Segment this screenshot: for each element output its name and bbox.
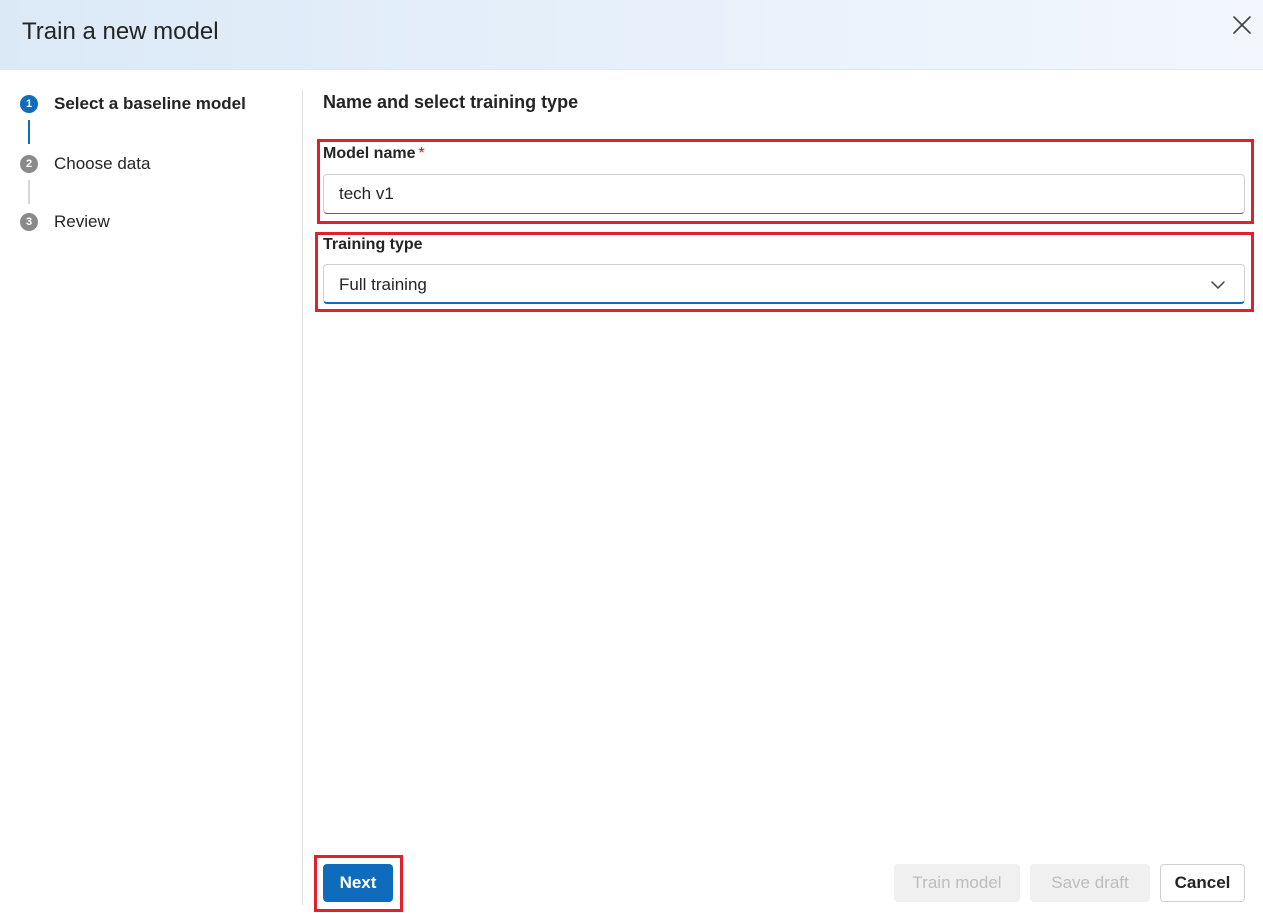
model-name-label: Model name *: [323, 145, 425, 163]
step-select-baseline-model[interactable]: 1 Select a baseline model: [20, 92, 246, 116]
model-name-label-text: Model name: [323, 145, 416, 162]
next-button[interactable]: Next: [323, 864, 393, 902]
training-type-label: Training type: [323, 236, 423, 253]
close-icon: [1233, 16, 1251, 34]
step-number-3: 3: [20, 213, 38, 231]
dialog-header: Train a new model: [0, 0, 1263, 70]
step-choose-data[interactable]: 2 Choose data: [20, 152, 150, 176]
vertical-divider: [302, 90, 303, 905]
step-label-2: Choose data: [54, 154, 151, 173]
save-draft-button[interactable]: Save draft: [1030, 864, 1150, 902]
step-number-1: 1: [20, 95, 38, 113]
step-connector-1: [28, 120, 30, 144]
close-button[interactable]: [1229, 12, 1255, 38]
dialog-title: Train a new model: [22, 18, 219, 45]
wizard-steps: 1 Select a baseline model 2 Choose data …: [0, 70, 302, 913]
section-title: Name and select training type: [323, 92, 579, 112]
model-name-input[interactable]: [323, 174, 1245, 214]
training-type-dropdown[interactable]: Full training: [323, 264, 1245, 304]
step-review[interactable]: 3 Review: [20, 210, 110, 234]
step-connector-2: [28, 180, 30, 204]
step-number-2: 2: [20, 155, 38, 173]
training-type-selected: Full training: [339, 275, 427, 294]
cancel-button[interactable]: Cancel: [1160, 864, 1245, 902]
chevron-down-icon: [1211, 281, 1225, 289]
train-model-button[interactable]: Train model: [894, 864, 1020, 902]
step-label-3: Review: [54, 212, 110, 231]
step-label-1: Select a baseline model: [54, 94, 246, 113]
required-marker: *: [418, 145, 425, 162]
